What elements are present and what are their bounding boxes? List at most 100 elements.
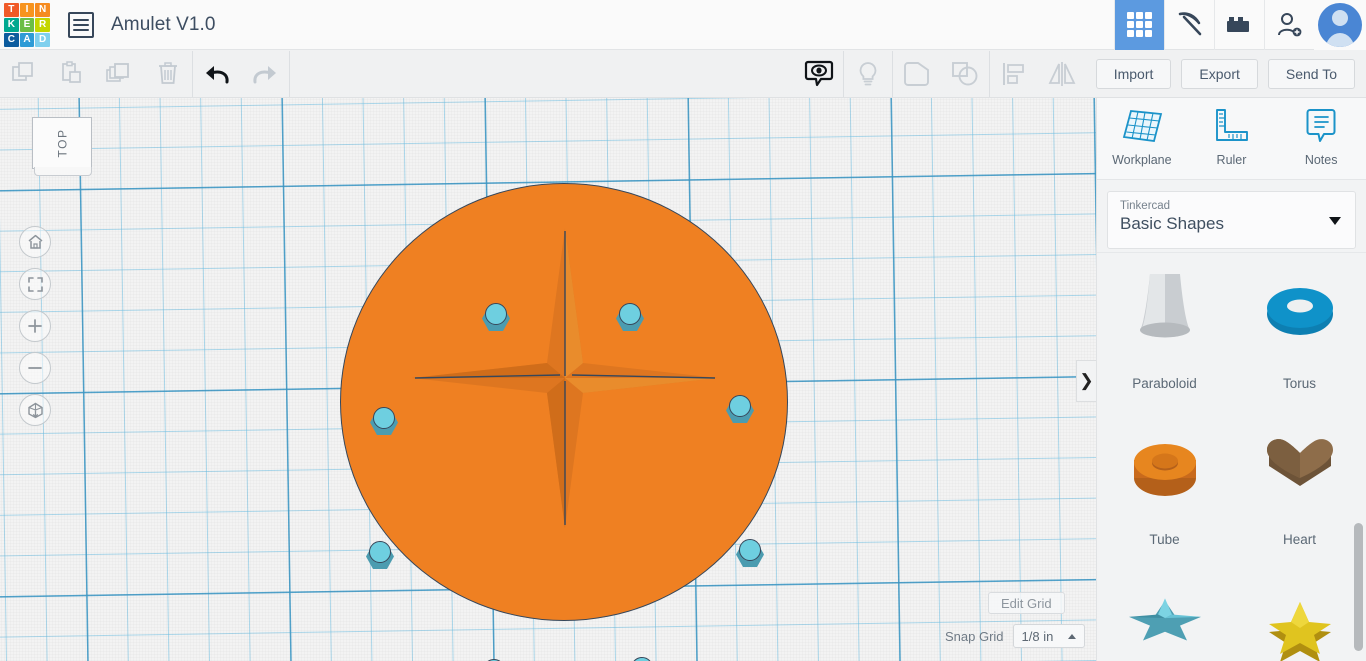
ruler-icon bbox=[1216, 109, 1249, 141]
trash-glyph bbox=[159, 61, 177, 84]
shape-label: Paraboloid bbox=[1132, 376, 1197, 391]
tool-workplane[interactable]: Workplane bbox=[1105, 107, 1179, 167]
shape-thumbnail bbox=[1097, 409, 1232, 528]
peg-bolt[interactable] bbox=[628, 657, 656, 661]
add-user-glyph bbox=[1277, 12, 1301, 36]
peg-cap bbox=[739, 539, 761, 561]
avatar-image bbox=[1318, 2, 1362, 47]
logo-tile-a: A bbox=[19, 32, 35, 47]
import-button[interactable]: Import bbox=[1095, 58, 1172, 89]
peg-cap bbox=[619, 303, 641, 325]
shape-item[interactable]: Paraboloid bbox=[1097, 253, 1232, 409]
shape-item[interactable]: Tube bbox=[1097, 409, 1232, 565]
snap-grid-control: Snap Grid 1/8 in bbox=[945, 624, 1085, 648]
list-line-3 bbox=[73, 28, 89, 31]
add-user-icon[interactable] bbox=[1264, 0, 1314, 50]
ortho-cube-glyph bbox=[27, 402, 43, 418]
logo-tile-i: I bbox=[19, 2, 35, 17]
shape-label: Heart bbox=[1282, 532, 1316, 547]
list-line-1 bbox=[73, 18, 89, 21]
shapes-scrollbar[interactable] bbox=[1354, 523, 1363, 651]
four-point-star-relief bbox=[412, 228, 718, 528]
snap-grid-select[interactable]: 1/8 in bbox=[1012, 624, 1085, 648]
shape-grid[interactable]: Paraboloid Torus Tube Heart bbox=[1097, 252, 1366, 661]
tinkercad-logo[interactable]: T I N K E R C A D bbox=[4, 2, 50, 47]
peg-bolt[interactable] bbox=[736, 539, 764, 567]
view-nav-buttons bbox=[19, 226, 51, 426]
show-hide-eye-icon[interactable] bbox=[795, 51, 843, 97]
minus-glyph bbox=[28, 367, 42, 369]
shape-library-select[interactable]: Tinkercad Basic Shapes bbox=[1107, 191, 1356, 249]
peg-bolt[interactable] bbox=[616, 303, 644, 331]
ungroup-shapes-icon[interactable] bbox=[941, 51, 989, 97]
peg-bolt[interactable] bbox=[366, 541, 394, 569]
shape-item[interactable]: Star bbox=[1232, 565, 1366, 661]
snap-grid-label: Snap Grid bbox=[945, 628, 1004, 644]
workplane-grid-icon bbox=[1122, 110, 1162, 142]
shape-label: Torus bbox=[1282, 376, 1316, 391]
caret-up-icon bbox=[1067, 633, 1076, 639]
panel-tools: Workplane Ruler Notes bbox=[1097, 98, 1366, 180]
paraboloid-icon bbox=[1139, 273, 1190, 337]
logo-tile-e: E bbox=[19, 17, 35, 32]
group-shapes-icon[interactable] bbox=[893, 51, 941, 97]
paste-icon[interactable] bbox=[48, 51, 96, 97]
amulet-model[interactable] bbox=[340, 183, 790, 661]
avatar[interactable] bbox=[1314, 0, 1366, 50]
peg-bolt[interactable] bbox=[370, 407, 398, 435]
copy-icon[interactable] bbox=[0, 51, 48, 97]
mirror-flip-icon[interactable] bbox=[1038, 51, 1086, 97]
shape-thumbnail bbox=[1232, 253, 1366, 372]
duplicate-icon[interactable] bbox=[96, 51, 144, 97]
orthographic-view-icon[interactable] bbox=[19, 394, 51, 426]
grid-apps-icon[interactable] bbox=[1114, 0, 1164, 50]
pickaxe-icon[interactable] bbox=[1164, 0, 1214, 50]
shape-item[interactable]: Torus bbox=[1232, 253, 1366, 409]
star-teal-icon bbox=[1128, 597, 1201, 640]
page-title[interactable]: Amulet V1.0 bbox=[111, 14, 216, 36]
top-bar-actions bbox=[1114, 0, 1366, 50]
tinkercad-app: T I N K E R C A D Amulet V1.0 Import Exp… bbox=[0, 0, 1366, 661]
undo-glyph bbox=[206, 65, 229, 83]
zoom-in-icon[interactable] bbox=[19, 310, 51, 342]
tool-notes[interactable]: Notes bbox=[1284, 107, 1358, 167]
zoom-out-icon[interactable] bbox=[19, 352, 51, 384]
peg-cap bbox=[373, 407, 395, 429]
shape-label: Tube bbox=[1149, 532, 1180, 547]
shape-item[interactable]: Heart bbox=[1232, 409, 1366, 565]
chevron-down-icon bbox=[1329, 217, 1341, 225]
grid-apps-glyph bbox=[1127, 12, 1152, 37]
home-glyph bbox=[28, 234, 42, 249]
undo-icon[interactable] bbox=[193, 51, 241, 97]
shape-grid-inner: Paraboloid Torus Tube Heart bbox=[1097, 253, 1366, 661]
align-icon[interactable] bbox=[990, 51, 1038, 97]
fit-view-glyph bbox=[27, 276, 43, 292]
peg-bolt[interactable] bbox=[482, 303, 510, 331]
eye-callout-glyph bbox=[804, 60, 833, 86]
view-cube-face[interactable]: TOP bbox=[32, 117, 92, 169]
workplane-canvas[interactable]: TOP ❯ Edit Grid Snap Grid 1/8 in bbox=[0, 98, 1096, 661]
align-glyph bbox=[1002, 62, 1024, 85]
heart-icon bbox=[1266, 438, 1333, 486]
blocks-brick-icon[interactable] bbox=[1214, 0, 1264, 50]
tool-ruler[interactable]: Ruler bbox=[1194, 107, 1268, 167]
logo-tile-t: T bbox=[4, 2, 19, 17]
fit-to-view-icon[interactable] bbox=[19, 268, 51, 300]
lightbulb-note-icon[interactable] bbox=[844, 51, 892, 97]
paste-glyph bbox=[62, 60, 81, 83]
shapes-panel: Workplane Ruler Notes Tinkercad Basic Sh… bbox=[1096, 98, 1366, 661]
export-button[interactable]: Export bbox=[1181, 58, 1258, 89]
peg-cap bbox=[485, 303, 507, 325]
redo-icon[interactable] bbox=[241, 51, 289, 97]
list-menu-icon[interactable] bbox=[68, 11, 94, 38]
send-to-button[interactable]: Send To bbox=[1267, 58, 1355, 89]
peg-bolt[interactable] bbox=[726, 395, 754, 423]
edit-grid-button[interactable]: Edit Grid bbox=[988, 592, 1065, 614]
view-cube[interactable]: TOP bbox=[32, 117, 96, 179]
shape-thumbnail bbox=[1097, 253, 1232, 372]
collapse-panel-chevron-icon[interactable]: ❯ bbox=[1076, 360, 1096, 402]
home-view-icon[interactable] bbox=[19, 226, 51, 258]
redo-glyph bbox=[253, 65, 276, 83]
shape-item[interactable]: Star bbox=[1097, 565, 1232, 661]
delete-trash-icon[interactable] bbox=[144, 51, 192, 97]
